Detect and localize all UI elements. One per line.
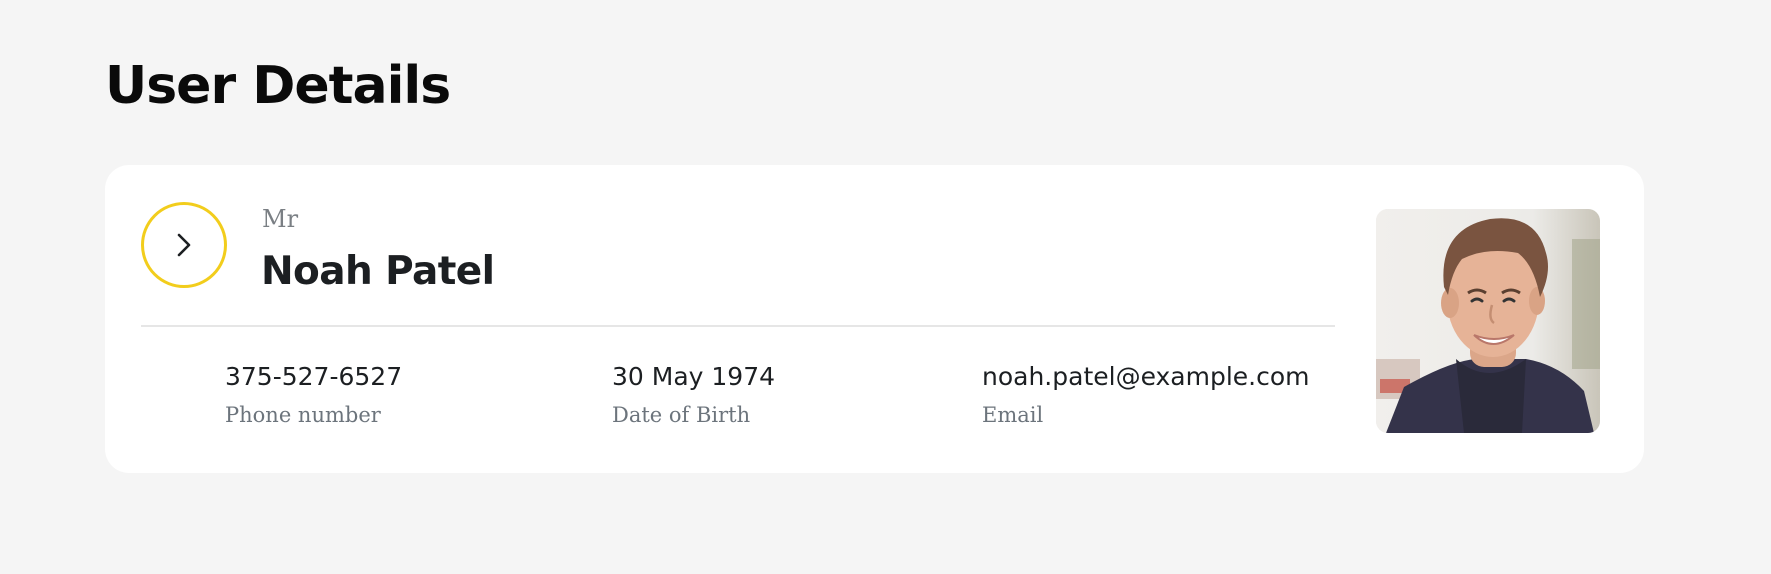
phone-number-value: 375-527-6527 bbox=[225, 362, 403, 391]
date-of-birth-value: 30 May 1974 bbox=[612, 362, 776, 391]
user-detail-card: Mr Noah Patel 375-527-6527 Phone number … bbox=[105, 165, 1644, 473]
phone-number-label: Phone number bbox=[225, 403, 381, 427]
date-of-birth-label: Date of Birth bbox=[612, 403, 751, 427]
expand-toggle-button[interactable] bbox=[141, 202, 227, 288]
user-avatar-photo bbox=[1376, 209, 1600, 433]
user-full-name: Noah Patel bbox=[261, 249, 495, 294]
detail-date-of-birth: 30 May 1974 Date of Birth bbox=[612, 361, 775, 428]
detail-phone: 375-527-6527 Phone number bbox=[225, 361, 402, 428]
email-label: Email bbox=[982, 403, 1044, 427]
chevron-right-icon bbox=[174, 231, 194, 259]
user-salutation: Mr bbox=[262, 205, 299, 233]
detail-email: noah.patel@example.com Email bbox=[982, 361, 1310, 428]
page-title: User Details bbox=[105, 56, 451, 116]
email-value: noah.patel@example.com bbox=[982, 362, 1310, 391]
divider bbox=[141, 325, 1335, 327]
